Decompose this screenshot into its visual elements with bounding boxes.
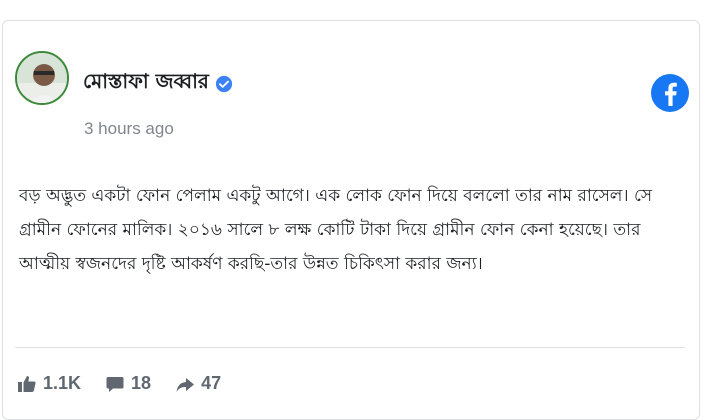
like-button[interactable]: 1.1K [17,373,81,394]
post-timestamp[interactable]: 3 hours ago [84,119,174,139]
share-button[interactable]: 47 [175,373,221,394]
thumbs-up-icon [18,375,36,392]
comment-count: 18 [131,373,152,393]
comment-button[interactable]: 18 [105,373,151,394]
author-name[interactable]: মোস্তাফা জব্বার [83,67,209,100]
facebook-logo-icon[interactable] [650,73,690,113]
post-actions: 1.1K 18 47 [17,373,221,394]
author-avatar[interactable] [15,51,69,105]
share-count: 47 [201,373,222,393]
comment-icon [106,376,124,392]
verified-badge-icon [215,75,233,92]
post-card: মোস্তাফা জব্বার 3 hours ago বড় অদ্ভুত এ… [2,20,700,420]
like-count: 1.1K [43,373,82,393]
post-body-text: বড় অদ্ভুত একটা ফোন পেলাম একটু আগে। এক ল… [19,186,653,274]
divider [15,347,685,348]
author-header: মোস্তাফা জব্বার [83,67,233,100]
share-icon [176,377,195,392]
